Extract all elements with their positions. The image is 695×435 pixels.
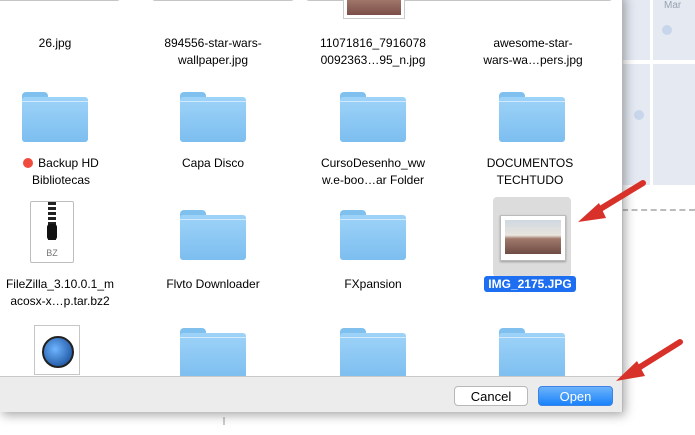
map-marker xyxy=(662,25,672,35)
file-name: 894556-star-wars- wallpaper.jpg xyxy=(164,36,262,67)
folder-icon[interactable] xyxy=(180,92,246,142)
map-road xyxy=(650,0,653,185)
archive-file-icon[interactable]: BZ xyxy=(30,201,74,263)
background-map: Mar xyxy=(622,0,695,185)
folder-icon[interactable] xyxy=(180,210,246,260)
open-file-dialog: 26.jpg 894556-star-wars- wallpaper.jpg 1… xyxy=(0,0,623,412)
dialog-footer: Cancel Open xyxy=(0,376,622,412)
file-name: 11071816_7916078 0092363…95_n.jpg xyxy=(320,36,426,67)
top-field xyxy=(0,0,120,1)
folder-icon[interactable] xyxy=(499,92,565,142)
folder-name: Flvto Downloader xyxy=(166,277,260,291)
folder-icon[interactable] xyxy=(22,92,88,142)
image-thumbnail[interactable] xyxy=(343,0,405,19)
map-label: Mar xyxy=(664,0,682,11)
folder-name: Backup HD Bibliotecas xyxy=(0,155,136,189)
background-divider xyxy=(622,209,695,211)
map-marker xyxy=(634,110,644,120)
file-name: FileZilla_3.10.0.1_m acosx-x…p.tar.bz2 xyxy=(5,277,115,308)
red-tag-icon xyxy=(23,158,34,168)
folder-icon[interactable] xyxy=(340,92,406,142)
top-field xyxy=(152,0,294,1)
quicktime-file-icon[interactable] xyxy=(34,325,80,375)
cancel-button[interactable]: Cancel xyxy=(454,386,528,406)
open-button[interactable]: Open xyxy=(538,386,613,406)
file-name: awesome-star- wars-wa…pers.jpg xyxy=(483,36,583,67)
folder-icon[interactable] xyxy=(499,328,565,376)
folder-name: DOCUMENTOS TECHTUDO xyxy=(486,156,574,187)
folder-name: Capa Disco xyxy=(181,156,245,170)
map-road xyxy=(622,60,695,64)
folder-icon[interactable] xyxy=(340,328,406,376)
folder-icon[interactable] xyxy=(180,328,246,376)
folder-name: FXpansion xyxy=(344,277,402,291)
archive-badge: BZ xyxy=(46,248,58,258)
file-name: 26.jpg xyxy=(38,36,72,50)
file-name: IMG_2175.JPG xyxy=(455,276,605,293)
background-tick xyxy=(223,417,225,425)
image-thumbnail[interactable] xyxy=(500,215,566,261)
folder-icon[interactable] xyxy=(340,210,406,260)
folder-name: CursoDesenho_ww w.e-boo…ar Folder xyxy=(320,156,426,187)
file-grid[interactable]: 26.jpg 894556-star-wars- wallpaper.jpg 1… xyxy=(0,0,622,376)
